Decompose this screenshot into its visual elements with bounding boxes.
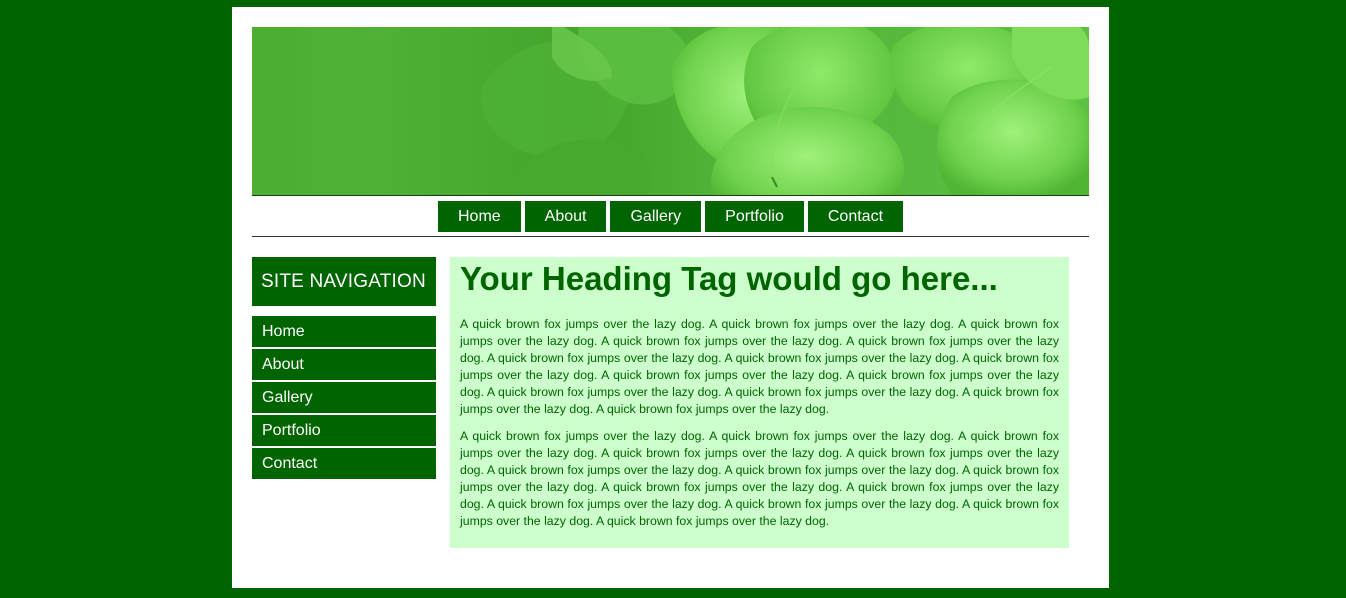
clover-illustration (252, 27, 1089, 195)
sidebar-title: SITE NAVIGATION (252, 257, 436, 306)
top-nav-contact[interactable]: Contact (807, 201, 904, 232)
top-nav-home[interactable]: Home (437, 201, 521, 232)
sidebar-item-about[interactable]: About (252, 349, 436, 380)
sidebar-item-gallery[interactable]: Gallery (252, 382, 436, 413)
sidebar-menu: Home About Gallery Portfolio Contact (252, 316, 436, 479)
content-paragraph: A quick brown fox jumps over the lazy do… (460, 429, 1059, 528)
sidebar-item-portfolio[interactable]: Portfolio (252, 415, 436, 446)
top-nav-gallery[interactable]: Gallery (610, 201, 702, 232)
sidebar-item-home[interactable]: Home (252, 316, 436, 347)
header-banner-image (252, 27, 1089, 196)
sidebar: SITE NAVIGATION Home About Gallery Portf… (252, 257, 436, 481)
top-nav-about[interactable]: About (524, 201, 607, 232)
page-heading: Your Heading Tag would go here... (460, 260, 998, 297)
content-paragraph: A quick brown fox jumps over the lazy do… (460, 317, 1059, 416)
sidebar-item-contact[interactable]: Contact (252, 448, 436, 479)
page-container: Home About Gallery Portfolio Contact SITE NA… (232, 7, 1109, 588)
top-navigation: Home About Gallery Portfolio Contact (252, 201, 1089, 237)
main-content: Your Heading Tag would go here... A quic… (450, 257, 1069, 548)
top-nav-portfolio[interactable]: Portfolio (705, 201, 804, 232)
